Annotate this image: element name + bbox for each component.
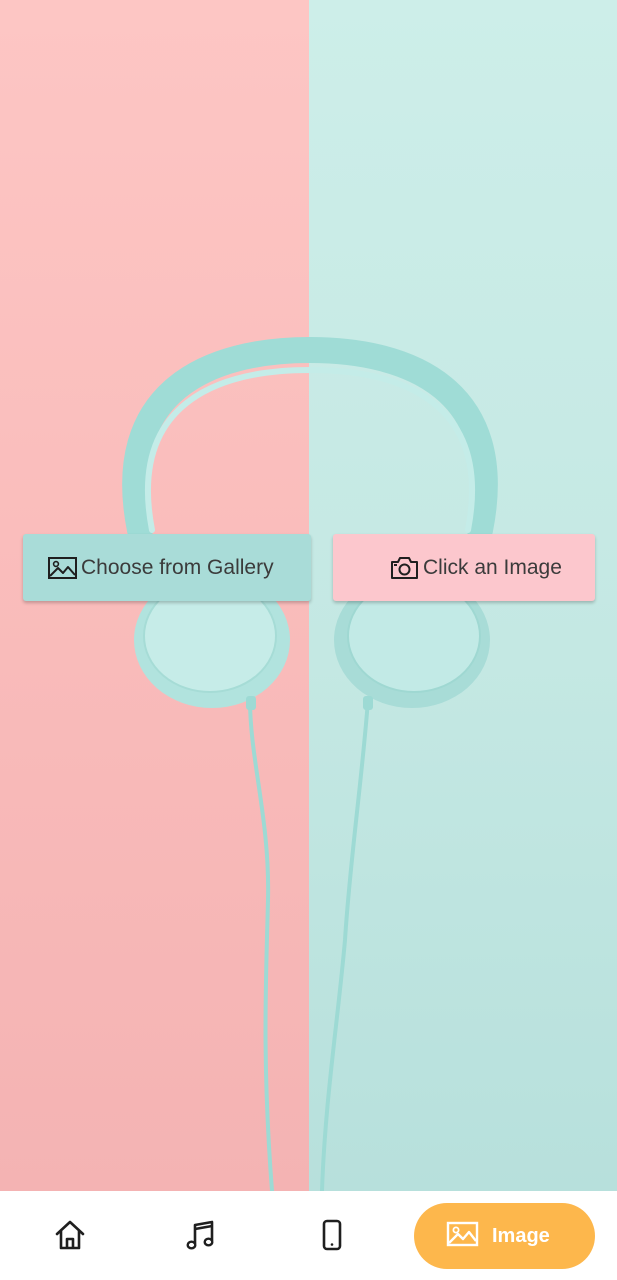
nav-image-button[interactable]: Image — [414, 1203, 595, 1269]
app-screen: Choose from Gallery Click an Image Image — [0, 0, 617, 1280]
background-photo: Choose from Gallery Click an Image — [0, 0, 617, 1191]
camera-icon — [389, 555, 420, 581]
music-note-icon — [186, 1220, 214, 1250]
home-icon — [55, 1220, 85, 1250]
bottom-navigation-bar: Image — [0, 1191, 617, 1280]
nav-music-button[interactable] — [182, 1217, 218, 1253]
image-icon — [47, 555, 78, 581]
nav-home-button[interactable] — [52, 1217, 88, 1253]
click-an-image-button[interactable]: Click an Image — [333, 534, 595, 601]
phone-icon — [322, 1219, 342, 1251]
nav-phone-button[interactable] — [314, 1217, 350, 1253]
choose-from-gallery-button[interactable]: Choose from Gallery — [23, 534, 311, 601]
nav-image-label: Image — [492, 1224, 550, 1247]
image-icon — [446, 1220, 479, 1253]
click-an-image-label: Click an Image — [423, 555, 562, 579]
choose-from-gallery-label: Choose from Gallery — [81, 555, 274, 579]
